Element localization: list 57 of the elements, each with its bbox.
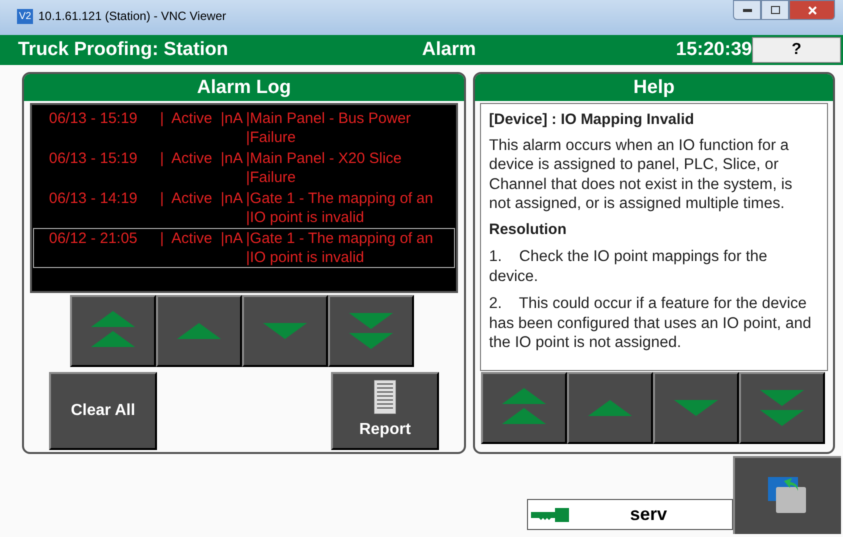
alarm-status: | Active |nA xyxy=(160,229,244,249)
clear-all-button[interactable]: Clear All xyxy=(49,372,157,450)
alarm-time: 06/12 - 21:05 xyxy=(49,229,138,249)
up-arrow-icon xyxy=(177,321,221,341)
down-arrow-icon xyxy=(674,398,718,418)
scroll-bottom-button[interactable] xyxy=(328,295,414,367)
help-heading: [Device] : IO Mapping Invalid xyxy=(489,110,696,130)
alarm-time: 06/13 - 15:19 xyxy=(49,109,138,129)
app-icon: V2 xyxy=(17,9,34,24)
maximize-button[interactable] xyxy=(761,0,789,20)
alarm-message: |Gate 1 - The mapping of an xyxy=(246,229,434,248)
alarm-message: |IO point is invalid xyxy=(246,248,366,267)
help-title: Help xyxy=(475,74,833,101)
down-arrow-icon xyxy=(263,321,307,341)
scroll-top-button[interactable] xyxy=(481,372,567,444)
switch-window-button[interactable] xyxy=(733,456,841,534)
up-arrow-icon xyxy=(588,398,632,418)
alarm-time: 06/13 - 15:19 xyxy=(49,149,138,169)
user-name: serv xyxy=(630,503,668,526)
window-title: 10.1.61.121 (Station) - VNC Viewer xyxy=(38,9,226,24)
alarm-row[interactable]: 06/12 - 21:05 | Active |nA |Gate 1 - The mapping of an |IO point is invalid xyxy=(33,228,455,268)
scroll-bottom-button[interactable] xyxy=(739,372,825,444)
windows-swap-icon xyxy=(768,477,808,515)
resolution-step: 1. Check the IO point mappings for the device. xyxy=(489,247,813,286)
alarm-message: |IO point is invalid xyxy=(246,208,366,227)
screen-title: Alarm xyxy=(421,38,477,62)
alarm-status: | Active |nA xyxy=(160,189,244,209)
minimize-icon xyxy=(742,8,752,12)
maximize-icon xyxy=(770,6,780,14)
resolution-step: 2. This could occur if a feature for the device has been configured that uses an IO point, and the IO point is not assigned. xyxy=(489,294,813,352)
alarm-message: |Main Panel - X20 Slice xyxy=(246,149,402,168)
report-button[interactable]: Report xyxy=(331,372,439,450)
double-down-arrow-icon xyxy=(349,311,393,351)
document-icon xyxy=(374,380,396,414)
scroll-up-button[interactable] xyxy=(567,372,653,444)
close-icon xyxy=(808,6,816,14)
clock-time: 15:20:39 xyxy=(676,38,752,62)
scroll-top-button[interactable] xyxy=(70,295,156,367)
scroll-down-button[interactable] xyxy=(653,372,739,444)
alarm-message: |Failure xyxy=(246,168,297,187)
alarm-log-title: Alarm Log xyxy=(24,74,464,101)
scroll-up-button[interactable] xyxy=(156,295,242,367)
close-button[interactable] xyxy=(789,0,835,20)
alarm-status: | Active |nA xyxy=(160,149,244,169)
alarm-message: |Gate 1 - The mapping of an xyxy=(246,189,434,208)
alarm-time: 06/13 - 14:19 xyxy=(49,189,138,209)
minimize-button[interactable] xyxy=(733,0,761,20)
alarm-status: | Active |nA xyxy=(160,109,244,129)
alarm-message: |Failure xyxy=(246,128,297,147)
help-description: This alarm occurs when an IO function for a device is assigned to panel, PLC, Slice, or Channel that does not exist in the system, is not assigned, or is assigned multiple times. xyxy=(489,136,794,214)
scroll-down-button[interactable] xyxy=(242,295,328,367)
double-down-arrow-icon xyxy=(760,388,804,428)
resolution-heading: Resolution xyxy=(489,220,568,239)
alarm-message: |Main Panel - Bus Power xyxy=(246,109,411,128)
station-title: Truck Proofing: Station xyxy=(18,38,230,62)
key-icon xyxy=(531,508,569,522)
help-button[interactable]: ? xyxy=(752,37,841,63)
